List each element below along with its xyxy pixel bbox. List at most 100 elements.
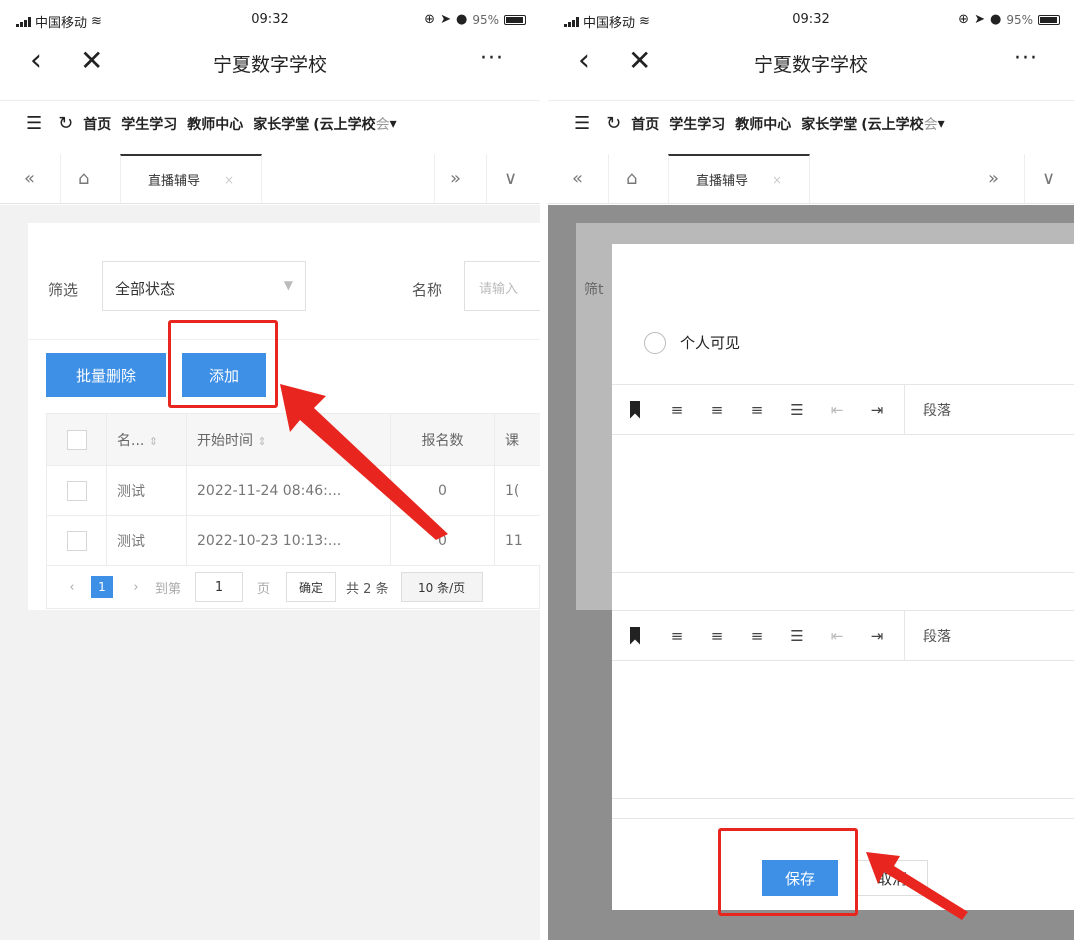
name-input[interactable]: 请输入 [464,261,540,311]
main-content: 筛选 全部状态 ▼ 名称 请输入 批量删除 添加 名... ⇕ 开始时间 ⇕ 报… [0,205,540,940]
tab-separator [486,154,487,203]
indent-icon[interactable]: ⇥ [866,401,888,419]
battery-icon [1038,14,1060,25]
menu-dropdown-icon[interactable]: ▾ [938,116,945,132]
rich-text-editor[interactable]: ≡ ≡ ≡ ☰ ⇤ ⇥ 段落 [612,610,1074,820]
rich-text-editor[interactable]: ≡ ≡ ≡ ☰ ⇤ ⇥ 段落 [612,384,1074,594]
align-center-icon[interactable]: ≡ [706,401,728,419]
batch-delete-button[interactable]: 批量删除 [46,353,166,397]
tab-label: 直播辅导 [147,174,200,189]
bookmark-icon[interactable] [630,400,640,419]
prev-page-icon[interactable]: ‹ [59,580,85,595]
align-justify-icon[interactable]: ☰ [786,627,808,645]
tab-live-tutoring[interactable]: 直播辅导 × [668,154,810,203]
menu-lines-icon[interactable]: ☰ [26,113,42,134]
menu-lines-icon[interactable]: ☰ [574,113,590,134]
more-icon[interactable]: ··· [480,46,504,71]
live-table: 名... ⇕ 开始时间 ⇕ 报名数 课 测试 2022-11-24 08:46:… [46,413,540,566]
align-right-icon[interactable]: ≡ [746,627,768,645]
scroll-right-icon[interactable]: » [988,168,999,189]
scroll-left-icon[interactable]: « [572,168,583,189]
highlight-frame-save [718,828,858,916]
caret-down-icon: ▼ [283,278,293,292]
home-icon[interactable]: ⌂ [78,168,89,189]
status-right-group: ⊕ ➤ ● 95% [424,12,526,27]
outdent-icon[interactable]: ⇤ [826,401,848,419]
indent-icon[interactable]: ⇥ [866,627,888,645]
align-justify-icon[interactable]: ☰ [786,401,808,419]
tab-close-icon[interactable]: × [224,173,234,187]
cell-name: 测试 [106,515,187,566]
tab-live-tutoring[interactable]: 直播辅导 × [120,154,262,203]
align-left-icon[interactable]: ≡ [666,401,688,419]
status-select-value: 全部状态 [115,280,176,298]
more-icon[interactable]: ··· [1014,46,1038,71]
menu-item-teacher[interactable]: 教师中心 [187,114,243,134]
menu-item-cloud-school[interactable]: (云上学校 [313,114,375,134]
col-name[interactable]: 名... ⇕ [106,413,187,466]
menu-item-faded[interactable]: 会 [376,114,390,134]
page-title: 宁夏数字学校 [753,54,868,76]
page-size-select[interactable]: 10 条/页 [400,572,483,602]
scroll-left-icon[interactable]: « [24,168,35,189]
paragraph-select[interactable]: 段落 [923,626,951,646]
col-start-time[interactable]: 开始时间 ⇕ [186,413,391,466]
battery-icon [504,14,526,25]
visibility-radio[interactable] [644,332,666,354]
alarm-icon: ● [989,12,1002,27]
align-center-icon[interactable]: ≡ [706,627,728,645]
location-icon: ➤ [440,12,451,27]
pagination: ‹ 1 › 到第 1 页 确定 共 2 条 10 条/页 [46,565,540,609]
tab-close-icon[interactable]: × [772,173,782,187]
row-checkbox[interactable] [66,480,87,501]
home-icon[interactable]: ⌂ [626,168,637,189]
bookmark-icon[interactable] [630,626,640,645]
nav-bar: ‹ ✕ 宁夏数字学校 ··· [0,42,540,86]
goto-page-input[interactable]: 1 [195,572,244,602]
status-select[interactable]: 全部状态 ▼ [102,261,306,311]
tab-bar: « ⌂ 直播辅导 × » ∨ [0,154,540,204]
select-all-checkbox[interactable] [66,429,87,450]
status-bar: 中国移动 ≋ 09:32 ⊕ ➤ ● 95% [548,0,1074,42]
menu-item-student[interactable]: 学生学习 [121,114,177,134]
page-current[interactable]: 1 [91,576,113,598]
add-dialog: 个人可见 ≡ ≡ ≡ ☰ ⇤ ⇥ 段落 ≡ ≡ ≡ ☰ ⇤ ⇥ 段落 保存 取消 [612,244,1074,910]
menu-item-cloud-school[interactable]: (云上学校 [861,114,923,134]
goto-label: 到第 [155,581,182,597]
location-icon: ➤ [974,12,985,27]
toolbar-separator [904,384,905,435]
cell-extra: 11 [494,515,540,566]
highlight-frame-add [168,320,278,408]
next-page-icon[interactable]: › [123,580,149,595]
menu-item-parent[interactable]: 家长学堂 [253,114,309,134]
row-checkbox[interactable] [66,530,87,551]
sort-icon: ⇕ [148,434,159,448]
table-row[interactable]: 测试 2022-11-24 08:46:... 0 1( [46,465,540,516]
menu-item-student[interactable]: 学生学习 [669,114,725,134]
tab-label: 直播辅导 [695,174,748,189]
tab-separator [608,154,609,203]
status-bar: 中国移动 ≋ 09:32 ⊕ ➤ ● 95% [0,0,540,42]
page-title: 宁夏数字学校 [212,54,327,76]
align-left-icon[interactable]: ≡ [666,627,688,645]
menu-item-teacher[interactable]: 教师中心 [735,114,791,134]
tab-bar: « ⌂ 直播辅导 × » ∨ [548,154,1074,204]
confirm-button[interactable]: 确定 [286,572,337,602]
row-check-cell [46,465,107,516]
menu-item-parent[interactable]: 家长学堂 [801,114,857,134]
outdent-icon[interactable]: ⇤ [826,627,848,645]
menu-item-home[interactable]: 首页 [631,114,659,134]
paragraph-select[interactable]: 段落 [923,400,951,420]
align-right-icon[interactable]: ≡ [746,401,768,419]
table-row[interactable]: 测试 2022-10-23 10:13:... 0 11 [46,515,540,566]
chevron-down-icon[interactable]: ∨ [1042,168,1055,189]
refresh-icon[interactable]: ↻ [606,113,621,134]
chevron-down-icon[interactable]: ∨ [504,168,517,189]
menu-dropdown-icon[interactable]: ▾ [390,116,397,132]
menu-item-faded[interactable]: 会 [924,114,938,134]
scroll-right-icon[interactable]: » [450,168,461,189]
cell-name: 测试 [106,465,187,516]
refresh-icon[interactable]: ↻ [58,113,73,134]
cancel-button[interactable]: 取消 [856,860,928,896]
menu-item-home[interactable]: 首页 [83,114,111,134]
